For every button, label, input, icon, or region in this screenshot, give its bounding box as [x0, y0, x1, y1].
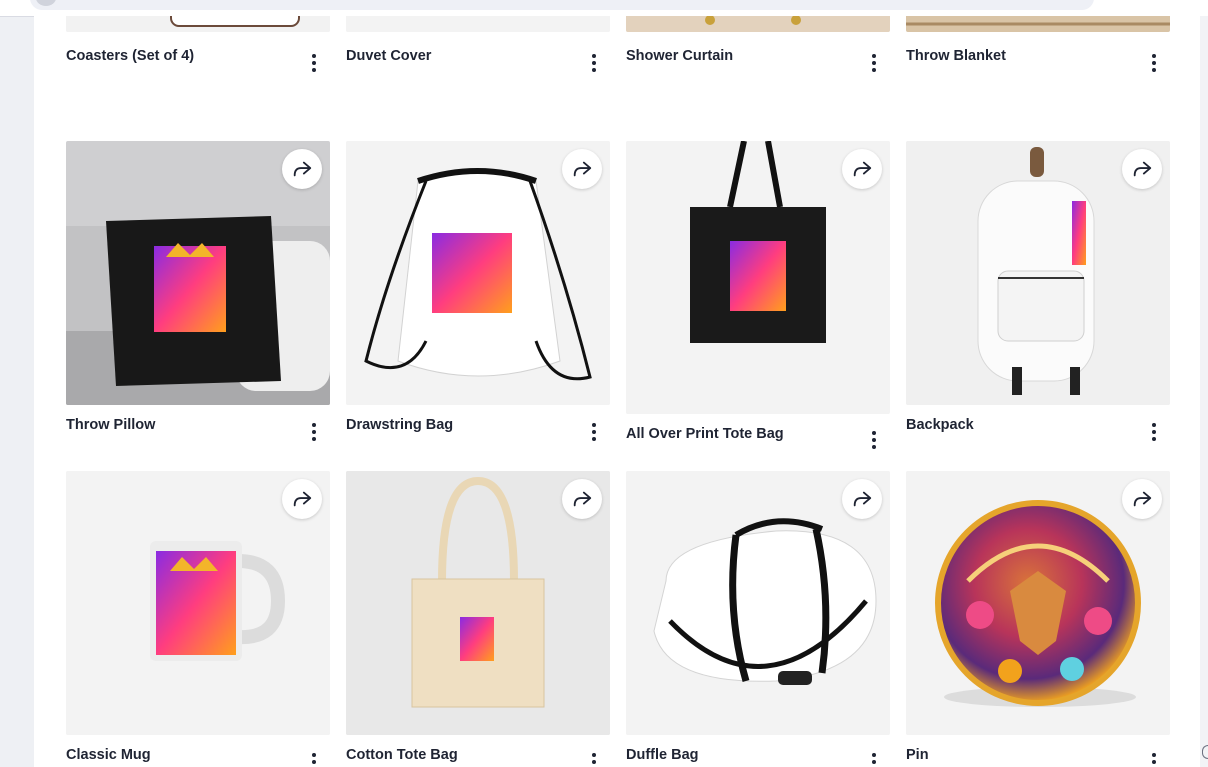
product-card[interactable]: Throw Blanket	[906, 16, 1170, 72]
product-card[interactable]: Drawstring Bag	[346, 141, 610, 441]
scrollbar[interactable]	[1200, 16, 1208, 767]
product-card[interactable]: Backpack	[906, 141, 1170, 441]
share-button[interactable]	[842, 149, 882, 189]
share-arrow-icon	[1133, 161, 1152, 177]
share-arrow-icon	[293, 491, 312, 507]
share-arrow-icon	[1133, 491, 1152, 507]
product-image[interactable]	[346, 16, 610, 32]
more-vertical-icon[interactable]	[1150, 423, 1158, 441]
product-title[interactable]: Coasters (Set of 4)	[66, 48, 194, 64]
more-vertical-icon[interactable]	[310, 423, 318, 441]
share-button[interactable]	[562, 479, 602, 519]
product-image[interactable]	[906, 471, 1170, 735]
more-vertical-icon[interactable]	[870, 431, 878, 449]
more-vertical-icon[interactable]	[1150, 753, 1158, 767]
product-image[interactable]	[626, 16, 890, 32]
product-title[interactable]: Cotton Tote Bag	[346, 747, 458, 763]
share-button[interactable]	[1122, 479, 1162, 519]
product-title[interactable]: Pin	[906, 747, 929, 763]
more-vertical-icon[interactable]	[590, 54, 598, 72]
share-arrow-icon	[573, 491, 592, 507]
more-vertical-icon[interactable]	[310, 54, 318, 72]
product-title[interactable]: Classic Mug	[66, 747, 151, 763]
more-vertical-icon[interactable]	[870, 54, 878, 72]
more-vertical-icon[interactable]	[870, 753, 878, 767]
search-bar[interactable]	[30, 0, 1094, 10]
product-image[interactable]	[906, 141, 1170, 405]
product-image[interactable]	[626, 471, 890, 735]
more-vertical-icon[interactable]	[310, 753, 318, 767]
share-button[interactable]	[282, 149, 322, 189]
product-card[interactable]: Throw Pillow	[66, 141, 330, 441]
share-arrow-icon	[573, 161, 592, 177]
product-image[interactable]	[66, 141, 330, 405]
product-title[interactable]: Duffle Bag	[626, 747, 699, 763]
product-image[interactable]	[66, 16, 330, 32]
product-card[interactable]: Pin	[906, 471, 1170, 764]
product-image[interactable]	[626, 141, 890, 414]
product-card[interactable]: Coasters (Set of 4)	[66, 16, 330, 72]
product-card[interactable]: Shower Curtain	[626, 16, 890, 72]
more-vertical-icon[interactable]	[590, 423, 598, 441]
product-image[interactable]	[906, 16, 1170, 32]
share-arrow-icon	[853, 491, 872, 507]
product-title[interactable]: Drawstring Bag	[346, 417, 453, 433]
product-card[interactable]: All Over Print Tote Bag	[626, 141, 890, 449]
product-title[interactable]: Shower Curtain	[626, 48, 733, 64]
product-title[interactable]: Throw Blanket	[906, 48, 1006, 64]
product-card[interactable]: Duvet Cover	[346, 16, 610, 72]
product-card[interactable]: Cotton Tote Bag	[346, 471, 610, 764]
share-arrow-icon	[293, 161, 312, 177]
product-title[interactable]: Throw Pillow	[66, 417, 155, 433]
share-button[interactable]	[1122, 149, 1162, 189]
product-title[interactable]: All Over Print Tote Bag	[626, 426, 784, 442]
share-button[interactable]	[282, 479, 322, 519]
product-image[interactable]	[346, 141, 610, 405]
product-card[interactable]: Classic Mug	[66, 471, 330, 764]
share-arrow-icon	[853, 161, 872, 177]
top-bar	[0, 0, 1208, 17]
product-card[interactable]: Duffle Bag	[626, 471, 890, 764]
product-title[interactable]: Backpack	[906, 417, 974, 433]
product-image[interactable]	[346, 471, 610, 735]
share-button[interactable]	[562, 149, 602, 189]
product-grid: Coasters (Set of 4) Duvet Cover Shower C…	[34, 16, 1200, 767]
product-image[interactable]	[66, 471, 330, 735]
product-title[interactable]: Duvet Cover	[346, 48, 431, 64]
more-vertical-icon[interactable]	[590, 753, 598, 767]
chat-bubble-icon[interactable]	[1202, 745, 1208, 759]
share-button[interactable]	[842, 479, 882, 519]
more-vertical-icon[interactable]	[1150, 54, 1158, 72]
